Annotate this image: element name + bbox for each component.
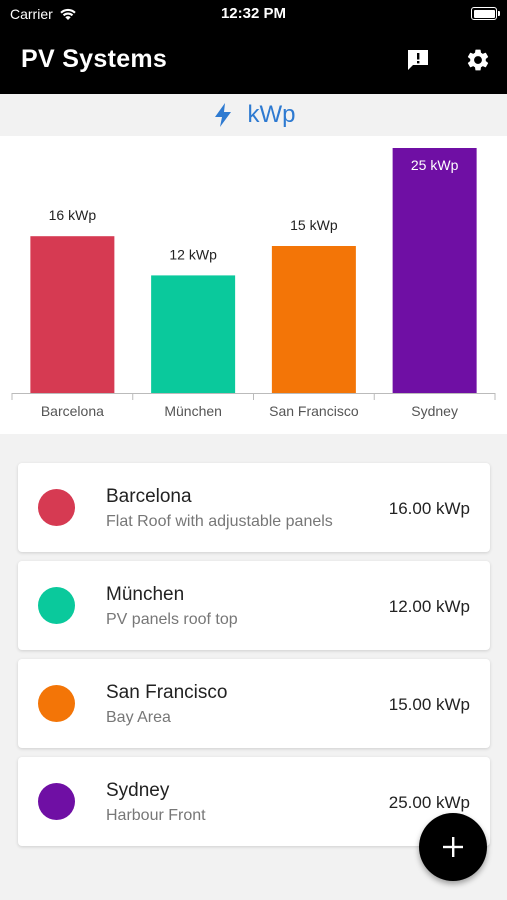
color-dot: [38, 783, 75, 820]
bar-muenchen: [151, 275, 236, 393]
color-dot: [38, 489, 75, 526]
list-item-sydney[interactable]: Sydney Harbour Front 25.00 kWp: [18, 757, 490, 846]
app-bar: PV Systems: [0, 28, 507, 94]
bar-san-francisco: [271, 246, 356, 393]
system-power: 25.00 kWp: [388, 793, 470, 812]
x-tick-label: San Francisco: [269, 403, 359, 419]
bar-chart-svg: 16 kWp Barcelona 12 kWp München 15 kWp San Fr…: [11, 148, 496, 419]
list-item-muenchen[interactable]: München PV panels roof top 12.00 kWp: [18, 561, 490, 650]
feedback-icon[interactable]: [403, 45, 433, 75]
clock: 12:32 PM: [220, 5, 287, 22]
lightning-bolt-icon: [214, 103, 231, 127]
x-tick-label: Barcelona: [41, 403, 104, 419]
list-item-barcelona[interactable]: Barcelona Flat Roof with adjustable pane…: [18, 463, 490, 552]
settings-icon[interactable]: [463, 45, 493, 75]
status-bar: Carrier 12:32 PM: [0, 0, 507, 28]
system-description: PV panels roof top: [106, 611, 238, 628]
system-description: Bay Area: [106, 709, 171, 726]
list-item-san-francisco[interactable]: San Francisco Bay Area 15.00 kWp: [18, 659, 490, 748]
x-tick-label: Sydney: [411, 403, 458, 419]
bar-value-label: 12 kWp: [169, 246, 217, 262]
system-power: 15.00 kWp: [388, 695, 470, 714]
system-description: Flat Roof with adjustable panels: [106, 513, 333, 530]
system-description: Harbour Front: [106, 807, 206, 824]
unit-header: kWp: [0, 94, 507, 136]
color-dot: [38, 685, 75, 722]
color-dot: [38, 587, 75, 624]
bar-barcelona: [30, 236, 115, 393]
bar-sydney: [392, 148, 477, 393]
plus-icon: [443, 837, 463, 857]
system-name: Barcelona: [106, 486, 192, 507]
system-name: Sydney: [106, 780, 170, 801]
add-system-button[interactable]: [419, 813, 487, 881]
bar-value-label: 16 kWp: [49, 207, 97, 223]
bar-chart: 16 kWp Barcelona 12 kWp München 15 kWp San Fr…: [0, 136, 507, 434]
battery-icon: [471, 7, 500, 20]
system-power: 12.00 kWp: [388, 597, 470, 616]
system-name: München: [106, 584, 185, 605]
system-name: San Francisco: [106, 682, 228, 703]
x-tick-label: München: [164, 403, 222, 419]
bar-value-label: 25 kWp: [411, 157, 459, 173]
unit-label: kWp: [247, 101, 296, 128]
page-title: PV Systems: [21, 45, 168, 73]
bar-value-label: 15 kWp: [290, 217, 338, 233]
system-power: 16.00 kWp: [388, 499, 470, 518]
